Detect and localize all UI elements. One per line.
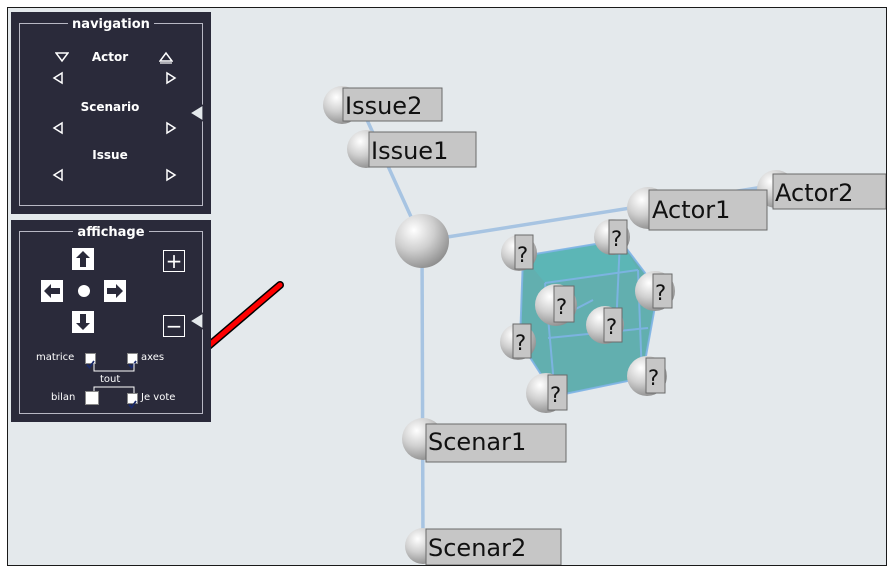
svg-text:?: ? xyxy=(517,243,528,267)
label-scenar2-text: Scenar2 xyxy=(428,534,526,562)
label-scenar1-text: Scenar1 xyxy=(428,428,526,456)
q-label-8[interactable]: ? xyxy=(645,357,666,394)
issue-prev-icon[interactable] xyxy=(51,168,65,182)
label-scenar2[interactable]: Scenar2 xyxy=(425,528,562,565)
q-label-2[interactable]: ? xyxy=(608,219,628,255)
affichage-collapse-icon[interactable] xyxy=(188,312,204,330)
bilan-label: bilan xyxy=(51,392,76,403)
bilan-checkbox[interactable] xyxy=(85,391,99,405)
label-issue2-text: Issue2 xyxy=(345,92,422,120)
sphere-origin[interactable] xyxy=(395,214,449,268)
label-issue1[interactable]: Issue1 xyxy=(368,131,477,168)
navigation-collapse-icon[interactable] xyxy=(188,104,204,122)
pan-left-button[interactable] xyxy=(41,280,63,302)
scenario-next-icon[interactable] xyxy=(164,121,178,135)
issue-label: Issue xyxy=(92,148,128,162)
axis-scenario xyxy=(420,240,425,549)
q-label-6[interactable]: ? xyxy=(603,307,623,343)
svg-text:?: ? xyxy=(550,383,561,407)
affichage-panel: affichage + − matrice axes tout bilan Je… xyxy=(11,220,211,422)
actor-label: Actor xyxy=(91,50,129,64)
navigation-panel: navigation Actor Scenario Issue xyxy=(11,12,211,214)
zoom-in-button[interactable]: + xyxy=(163,250,185,272)
plus-icon: + xyxy=(165,249,183,273)
pan-down-button[interactable] xyxy=(72,311,94,333)
checkmark-icon xyxy=(128,400,137,409)
pan-up-button[interactable] xyxy=(72,248,94,270)
center-view-button[interactable] xyxy=(75,282,93,300)
label-issue2[interactable]: Issue2 xyxy=(342,87,443,122)
arrow-up-icon xyxy=(76,251,90,267)
minus-icon: − xyxy=(165,314,183,338)
zoom-out-button[interactable]: − xyxy=(163,315,185,337)
axes-label: axes xyxy=(141,352,165,363)
svg-text:?: ? xyxy=(515,331,526,355)
center-dot-icon xyxy=(78,285,90,297)
canvas-viewport[interactable]: Issue2 Issue1 Actor1 Actor2 Scenar1 Scen… xyxy=(7,7,887,566)
q-label-3[interactable]: ? xyxy=(553,285,575,323)
q-label-4[interactable]: ? xyxy=(652,273,673,309)
scenario-label: Scenario xyxy=(80,100,140,114)
label-actor1[interactable]: Actor1 xyxy=(648,189,768,231)
svg-text:?: ? xyxy=(556,295,567,319)
jevote-label: Je vote xyxy=(141,392,176,403)
matrice-label: matrice xyxy=(36,352,75,363)
label-actor1-text: Actor1 xyxy=(652,196,730,224)
arrow-down-icon xyxy=(76,314,90,330)
pan-right-button[interactable] xyxy=(104,280,126,302)
q-label-1[interactable]: ? xyxy=(514,234,534,270)
scenario-prev-icon[interactable] xyxy=(51,121,65,135)
label-actor2-text: Actor2 xyxy=(775,179,853,207)
issue-next-icon[interactable] xyxy=(164,168,178,182)
label-issue1-text: Issue1 xyxy=(371,137,448,165)
arrow-left-icon xyxy=(44,284,60,298)
label-actor2[interactable]: Actor2 xyxy=(772,173,886,210)
actor-next-icon[interactable] xyxy=(164,71,178,85)
actor-prev-icon[interactable] xyxy=(51,71,65,85)
svg-text:?: ? xyxy=(648,366,659,390)
svg-text:?: ? xyxy=(655,281,666,305)
q-label-5[interactable]: ? xyxy=(512,323,532,359)
svg-text:?: ? xyxy=(606,315,617,339)
actor-up-icon[interactable] xyxy=(159,50,173,64)
q-label-7[interactable]: ? xyxy=(547,374,568,411)
label-scenar1[interactable]: Scenar1 xyxy=(425,423,567,463)
jevote-checkbox[interactable] xyxy=(127,393,138,409)
svg-text:?: ? xyxy=(611,227,622,251)
actor-down-icon[interactable] xyxy=(55,50,69,64)
arrow-right-icon xyxy=(107,284,123,298)
tout-toggle[interactable]: tout xyxy=(100,374,120,386)
